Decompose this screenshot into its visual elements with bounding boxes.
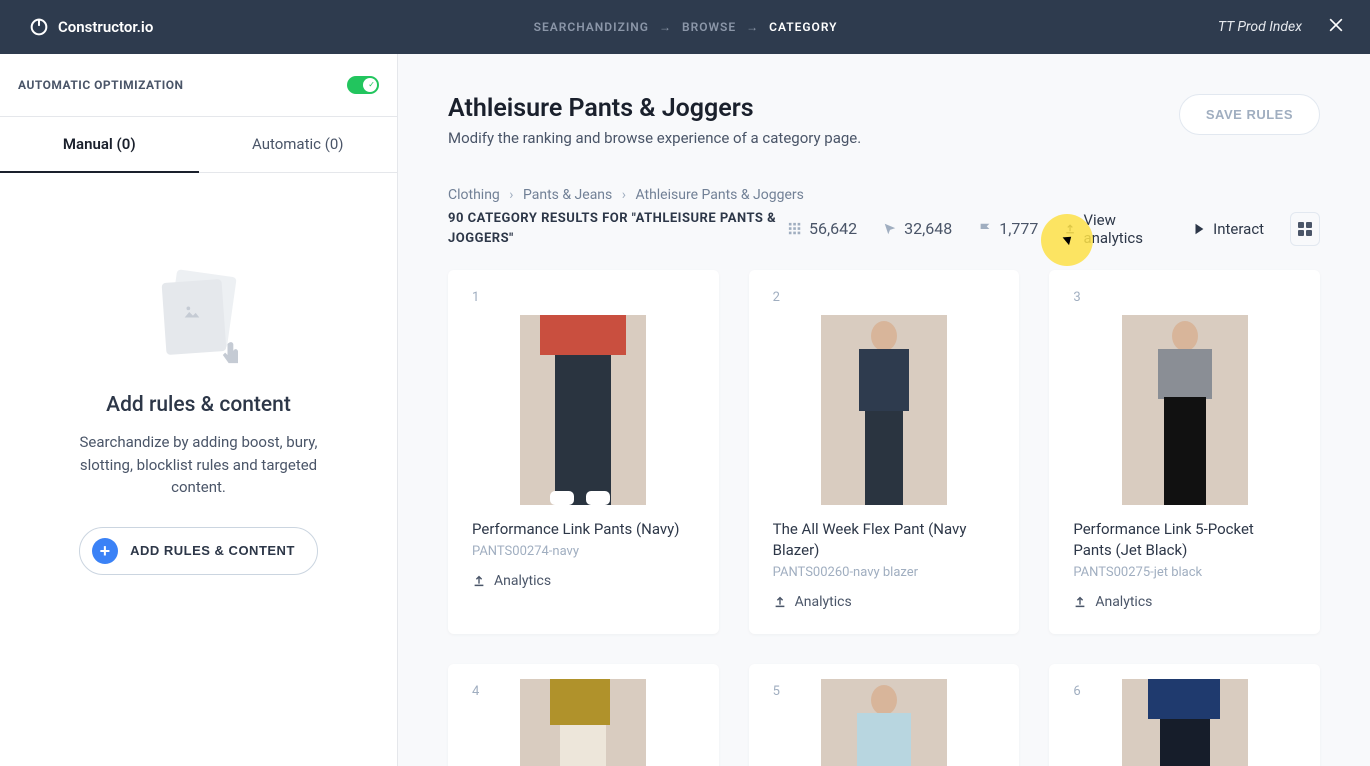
auto-optimization-row: AUTOMATIC OPTIMIZATION ✓ [0, 54, 397, 117]
grid-view-icon [1297, 221, 1313, 237]
crumb-clothing[interactable]: Clothing [448, 187, 500, 203]
brand-name: Constructor.io [58, 18, 153, 36]
grid-view-toggle[interactable] [1290, 212, 1320, 246]
main-content: Athleisure Pants & Joggers Modify the ra… [398, 54, 1370, 766]
product-card[interactable]: 2 The All Week Flex Pant (Navy Blazer) P… [749, 270, 1020, 634]
logo-icon [28, 16, 50, 38]
flag-icon [978, 222, 992, 236]
upload-icon [1073, 595, 1087, 609]
upload-icon [1064, 222, 1076, 236]
cursor-icon [883, 222, 897, 236]
upload-icon [472, 574, 486, 588]
close-button[interactable] [1320, 9, 1352, 45]
product-card[interactable]: 4 [448, 664, 719, 766]
product-image [472, 315, 695, 505]
crumb-searchandizing[interactable]: SEARCHANDIZING [534, 20, 649, 34]
image-icon [178, 301, 206, 323]
add-rules-label: ADD RULES & CONTENT [130, 543, 295, 558]
product-card[interactable]: 5 [749, 664, 1020, 766]
play-icon [1192, 222, 1206, 236]
results-row: 90 CATEGORY RESULTS FOR "ATHLEISURE PANT… [448, 209, 1320, 248]
top-breadcrumb: SEARCHANDIZING → BROWSE → CATEGORY [153, 20, 1218, 34]
product-rank: 3 [1073, 290, 1296, 305]
product-analytics-link[interactable]: Analytics [1073, 594, 1296, 610]
auto-optimization-label: AUTOMATIC OPTIMIZATION [18, 78, 184, 92]
view-analytics-label: View analytics [1083, 211, 1166, 247]
page-header: Athleisure Pants & Joggers Modify the ra… [448, 94, 1320, 147]
empty-illustration [154, 273, 244, 363]
crumb-athleisure[interactable]: Athleisure Pants & Joggers [635, 187, 803, 203]
auto-optimization-toggle[interactable]: ✓ [347, 76, 379, 94]
sidebar: AUTOMATIC OPTIMIZATION ✓ Manual (0) Auto… [0, 54, 398, 766]
product-card[interactable]: 1 Performance Link Pants (Navy) PANTS002… [448, 270, 719, 634]
product-image [773, 709, 996, 766]
product-rank: 2 [773, 290, 996, 305]
product-image [1073, 315, 1296, 505]
arrow-right-icon: → [659, 20, 672, 34]
page-subtitle: Modify the ranking and browse experience… [448, 129, 861, 147]
empty-title: Add rules & content [106, 393, 291, 417]
grid-icon [788, 222, 802, 236]
page-title: Athleisure Pants & Joggers [448, 94, 861, 123]
view-analytics-link[interactable]: View analytics [1064, 211, 1166, 247]
index-name[interactable]: TT Prod Index [1218, 19, 1302, 35]
product-card[interactable]: 3 Performance Link 5-Pocket Pants (Jet B… [1049, 270, 1320, 634]
chevron-right-icon: › [509, 187, 513, 203]
product-sku: PANTS00274-navy [472, 544, 695, 559]
results-count-label: 90 CATEGORY RESULTS FOR "ATHLEISURE PANT… [448, 209, 788, 248]
upload-icon [773, 595, 787, 609]
arrow-right-icon: → [746, 20, 759, 34]
add-rules-button[interactable]: + ADD RULES & CONTENT [79, 527, 318, 575]
product-title: Performance Link 5-Pocket Pants (Jet Bla… [1073, 519, 1296, 561]
crumb-category: CATEGORY [769, 20, 837, 34]
stats-bar: 56,642 32,648 1,777 View analytics Inter… [788, 211, 1320, 247]
stat-clicks: 32,648 [883, 219, 952, 238]
product-title: Performance Link Pants (Navy) [472, 519, 695, 540]
product-image [773, 315, 996, 505]
brand-logo[interactable]: Constructor.io [28, 16, 153, 38]
hand-icon [214, 341, 248, 369]
close-icon [1326, 15, 1346, 35]
product-analytics-link[interactable]: Analytics [773, 594, 996, 610]
product-analytics-link[interactable]: Analytics [472, 573, 695, 589]
crumb-pants-jeans[interactable]: Pants & Jeans [523, 187, 612, 203]
product-sku: PANTS00275-jet black [1073, 565, 1296, 580]
stat-views: 56,642 [788, 219, 857, 238]
stat-views-value: 56,642 [809, 219, 857, 238]
product-image [472, 709, 695, 766]
chevron-right-icon: › [622, 187, 626, 203]
tab-automatic[interactable]: Automatic (0) [199, 117, 398, 173]
plus-icon: + [92, 538, 118, 564]
stat-carts: 1,777 [978, 219, 1038, 238]
product-sku: PANTS00260-navy blazer [773, 565, 996, 580]
empty-state: Add rules & content Searchandize by addi… [0, 173, 397, 766]
product-image [1073, 709, 1296, 766]
product-grid: 1 Performance Link Pants (Navy) PANTS002… [448, 270, 1320, 766]
tab-manual[interactable]: Manual (0) [0, 117, 199, 173]
sidebar-tabs: Manual (0) Automatic (0) [0, 117, 397, 173]
empty-description: Searchandize by adding boost, bury, slot… [79, 431, 319, 499]
interact-label: Interact [1213, 220, 1264, 238]
category-breadcrumb: Clothing › Pants & Jeans › Athleisure Pa… [448, 187, 1320, 203]
crumb-browse[interactable]: BROWSE [682, 20, 736, 34]
product-rank: 1 [472, 290, 695, 305]
topbar: Constructor.io SEARCHANDIZING → BROWSE →… [0, 0, 1370, 54]
interact-link[interactable]: Interact [1192, 220, 1264, 238]
stat-carts-value: 1,777 [999, 219, 1038, 238]
save-rules-button[interactable]: SAVE RULES [1179, 94, 1320, 135]
product-card[interactable]: 6 [1049, 664, 1320, 766]
stat-clicks-value: 32,648 [904, 219, 952, 238]
product-title: The All Week Flex Pant (Navy Blazer) [773, 519, 996, 561]
